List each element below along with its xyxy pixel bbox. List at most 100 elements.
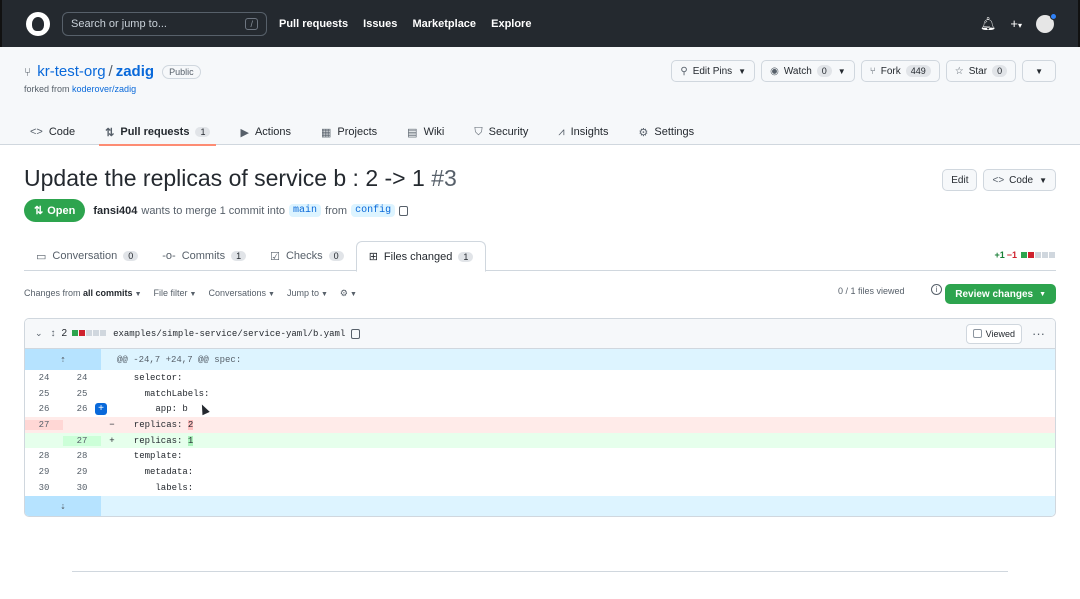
pull-request-icon: ⇅: [105, 126, 115, 139]
tab-pull-requests[interactable]: ⇅ Pull requests 1: [99, 119, 217, 146]
file-path[interactable]: examples/simple-service/service-yaml/b.y…: [113, 329, 345, 339]
expand-all-icon[interactable]: ↕: [51, 328, 56, 339]
new-line-number[interactable]: 29: [63, 467, 101, 477]
nav-marketplace[interactable]: Marketplace: [412, 18, 476, 30]
code-line: replicas:: [123, 419, 188, 430]
nav-issues[interactable]: Issues: [363, 18, 397, 30]
caret-down-icon: ▼: [189, 291, 197, 298]
tab-insights[interactable]: ⩘ Insights: [552, 119, 614, 145]
file-filter-dropdown[interactable]: File filter ▼: [154, 288, 197, 299]
diffstat-block: [1021, 252, 1027, 258]
code-icon: <>: [30, 126, 43, 138]
conversations-dropdown[interactable]: Conversations ▼: [208, 288, 274, 299]
search-shortcut-badge: /: [245, 17, 258, 30]
new-line-number[interactable]: 28: [63, 451, 101, 461]
expand-down-icon[interactable]: ⇣: [25, 495, 101, 516]
diff-line: 28 28 template:: [25, 448, 1055, 464]
code-line: selector:: [123, 372, 183, 383]
diff-sign: +: [109, 435, 115, 446]
tab-files-changed[interactable]: ⊞ Files changed 1: [355, 241, 487, 272]
global-nav: Pull requests Issues Marketplace Explore: [279, 18, 543, 30]
watch-label: Watch: [783, 65, 812, 77]
diffstat-additions: +1: [994, 250, 1005, 260]
code-line: template:: [123, 451, 183, 462]
old-line-number[interactable]: 24: [25, 373, 63, 383]
pin-icon: ⚲: [680, 65, 688, 77]
add-comment-button[interactable]: +: [95, 403, 107, 416]
edit-label: Edit: [951, 174, 969, 186]
tab-actions[interactable]: ▶ Actions: [234, 119, 297, 145]
file-diff-icon: ⊞: [368, 251, 378, 263]
review-changes-button[interactable]: Review changes ▼: [945, 284, 1056, 304]
user-avatar[interactable]: [1036, 12, 1057, 33]
tab-security[interactable]: ⛉ Security: [468, 119, 534, 145]
edit-pins-button[interactable]: ⚲ Edit Pins ▼: [671, 60, 756, 82]
new-line-number[interactable]: 25: [63, 389, 101, 399]
file-header: ⌄ ↕ 2 examples/simple-service/service-ya…: [25, 319, 1055, 349]
tab-projects[interactable]: ▦ Projects: [315, 119, 383, 145]
info-icon[interactable]: i: [931, 284, 942, 295]
old-line-number[interactable]: 26: [25, 404, 63, 414]
nav-explore[interactable]: Explore: [491, 18, 531, 30]
tab-count: 0: [328, 251, 344, 261]
old-line-number[interactable]: 25: [25, 389, 63, 399]
new-line-number[interactable]: 24: [63, 373, 101, 383]
jump-to-dropdown[interactable]: Jump to ▼: [287, 288, 328, 299]
notification-dot-icon: [1050, 12, 1057, 20]
old-line-number[interactable]: 29: [25, 467, 63, 477]
repo-owner-link[interactable]: kr-test-org: [37, 63, 105, 80]
chevron-down-icon[interactable]: ⌄: [35, 328, 43, 339]
diff-settings-button[interactable]: ⚙ ▼: [340, 288, 357, 299]
tab-conversation[interactable]: ▭ Conversation 0: [24, 241, 150, 271]
code-line: matchLabels:: [123, 388, 210, 399]
tab-wiki[interactable]: ▤ Wiki: [401, 119, 450, 145]
star-button[interactable]: ☆ Star 0: [945, 60, 1017, 82]
diff-line: 30 30 labels:: [25, 480, 1055, 496]
nav-pull-requests[interactable]: Pull requests: [279, 18, 348, 30]
hunk-footer: ⇣: [25, 495, 1055, 516]
tab-label: Files changed: [383, 250, 453, 263]
head-branch[interactable]: config: [351, 204, 396, 217]
tab-count: 1: [195, 127, 211, 137]
new-line-number[interactable]: 27: [63, 435, 101, 446]
copy-icon[interactable]: [399, 205, 409, 216]
old-line-number[interactable]: 28: [25, 451, 63, 461]
search-input[interactable]: Search or jump to... /: [62, 11, 267, 36]
file-changes-count: 2: [61, 328, 68, 339]
star-dropdown-button[interactable]: ▼: [1022, 60, 1056, 82]
fork-icon: ⑂: [869, 65, 876, 77]
tab-commits[interactable]: -o- Commits 1: [150, 241, 258, 271]
edit-title-button[interactable]: Edit: [942, 169, 978, 191]
new-line-number[interactable]: 30: [63, 483, 101, 493]
plus-icon[interactable]: +▾: [1010, 16, 1022, 31]
old-line-number[interactable]: 30: [25, 483, 63, 493]
github-logo-icon[interactable]: [26, 11, 50, 36]
fork-button[interactable]: ⑂ Fork 449: [860, 60, 940, 82]
forked-from-text: forked from koderover/zadig: [24, 84, 136, 94]
code-line: replicas:: [123, 435, 188, 446]
bell-icon[interactable]: 🔔︎: [980, 16, 997, 32]
conversations-label: Conversations: [208, 288, 266, 298]
code-line: labels:: [123, 482, 194, 493]
watch-button[interactable]: ◉ Watch 0 ▼: [761, 60, 855, 82]
viewed-checkbox[interactable]: Viewed: [965, 323, 1022, 344]
repo-name-link[interactable]: zadig: [116, 63, 154, 80]
tab-checks[interactable]: ☑ Checks 0: [258, 241, 356, 271]
author-link[interactable]: fansi404: [93, 205, 137, 217]
commit-icon: -o-: [162, 250, 176, 262]
copy-icon[interactable]: [351, 328, 361, 339]
tab-settings[interactable]: ⚙ Settings: [633, 119, 701, 145]
pr-title-text: Update the replicas of service b : 2 -> …: [24, 165, 425, 191]
code-dropdown-button[interactable]: <> Code ▼: [983, 169, 1056, 191]
expand-up-icon[interactable]: ⇡: [25, 349, 101, 370]
forked-from-link[interactable]: koderover/zadig: [72, 84, 136, 94]
changes-from-dropdown[interactable]: Changes from all commits ▼: [24, 288, 142, 299]
old-line-number[interactable]: 27: [25, 419, 63, 430]
kebab-menu-icon[interactable]: ···: [1032, 326, 1045, 341]
base-branch[interactable]: main: [289, 204, 322, 217]
book-icon: ▤: [407, 126, 418, 139]
tab-code[interactable]: <> Code: [24, 119, 81, 145]
diff-line: 29 29 metadata:: [25, 464, 1055, 480]
diffstat-block: [79, 330, 86, 336]
table-icon: ▦: [321, 126, 332, 139]
